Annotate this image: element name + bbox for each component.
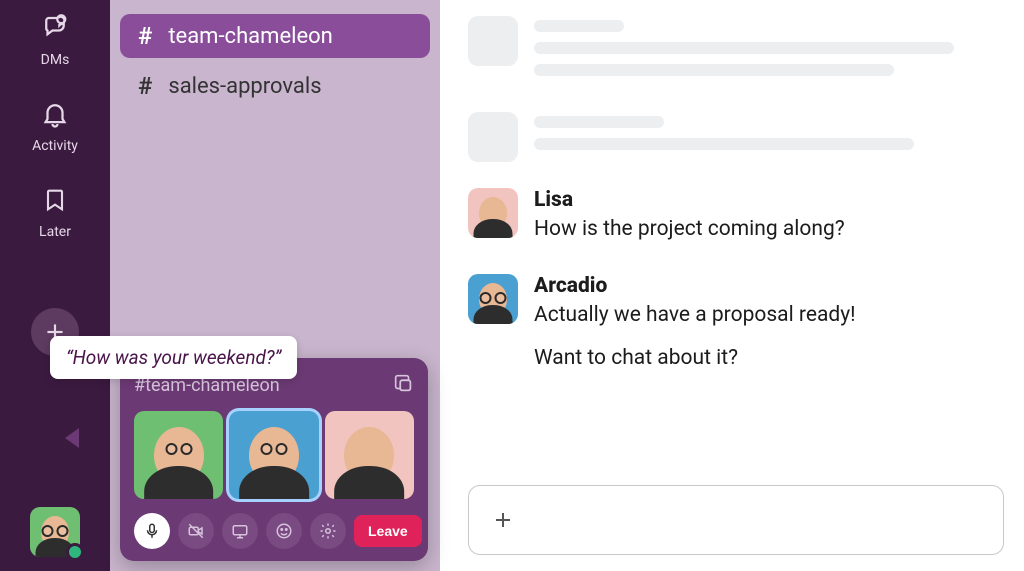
participant-tile[interactable] [325,411,414,499]
skeleton-message [468,112,1004,162]
nav-later-label: Later [39,224,71,240]
nav-rail: DMs Activity Later [0,0,110,571]
nav-dms[interactable]: DMs [37,10,73,68]
avatar[interactable] [468,188,518,238]
channel-sidebar: # team-chameleon # sales-approvals “How … [110,0,440,571]
speech-tail [65,428,79,448]
participant-tile-active[interactable] [229,411,318,499]
participant-tile[interactable] [134,411,223,499]
message-composer[interactable] [468,485,1004,555]
bookmark-icon [37,182,73,218]
huddle-panel: “How was your weekend?” #team-chameleon [120,358,428,561]
emoji-button[interactable] [266,513,302,549]
hash-icon: # [138,22,152,50]
avatar[interactable] [468,274,518,324]
message-text: How is the project coming along? [534,214,1004,244]
nav-activity-label: Activity [32,138,78,154]
nav-dms-label: DMs [41,52,70,68]
self-avatar[interactable] [30,507,80,557]
message: Arcadio Actually we have a proposal read… [468,274,1004,385]
channel-name: team-chameleon [168,24,332,49]
skeleton-message [468,16,1004,86]
huddle-participants [134,411,414,499]
presence-indicator [66,543,84,561]
settings-button[interactable] [310,513,346,549]
message-text: Actually we have a proposal ready! Want … [534,300,1004,373]
message: Lisa How is the project coming along? [468,188,1004,256]
channel-item-team-chameleon[interactable]: # team-chameleon [120,14,430,58]
speech-bubble: “How was your weekend?” [50,336,297,379]
channel-name: sales-approvals [168,74,321,99]
screenshare-button[interactable] [222,513,258,549]
composer-add-button[interactable] [487,504,519,536]
popout-icon[interactable] [392,372,414,399]
channel-item-sales-approvals[interactable]: # sales-approvals [120,64,430,108]
message-pane: Lisa How is the project coming along? Ar… [440,0,1024,571]
camera-off-button[interactable] [178,513,214,549]
mic-button[interactable] [134,513,170,549]
message-author: Arcadio [534,274,1004,298]
nav-later[interactable]: Later [37,182,73,240]
leave-button[interactable]: Leave [354,515,422,547]
dms-icon [37,10,73,46]
hash-icon: # [138,72,152,100]
message-author: Lisa [534,188,1004,212]
nav-activity[interactable]: Activity [32,96,78,154]
bell-icon [37,96,73,132]
